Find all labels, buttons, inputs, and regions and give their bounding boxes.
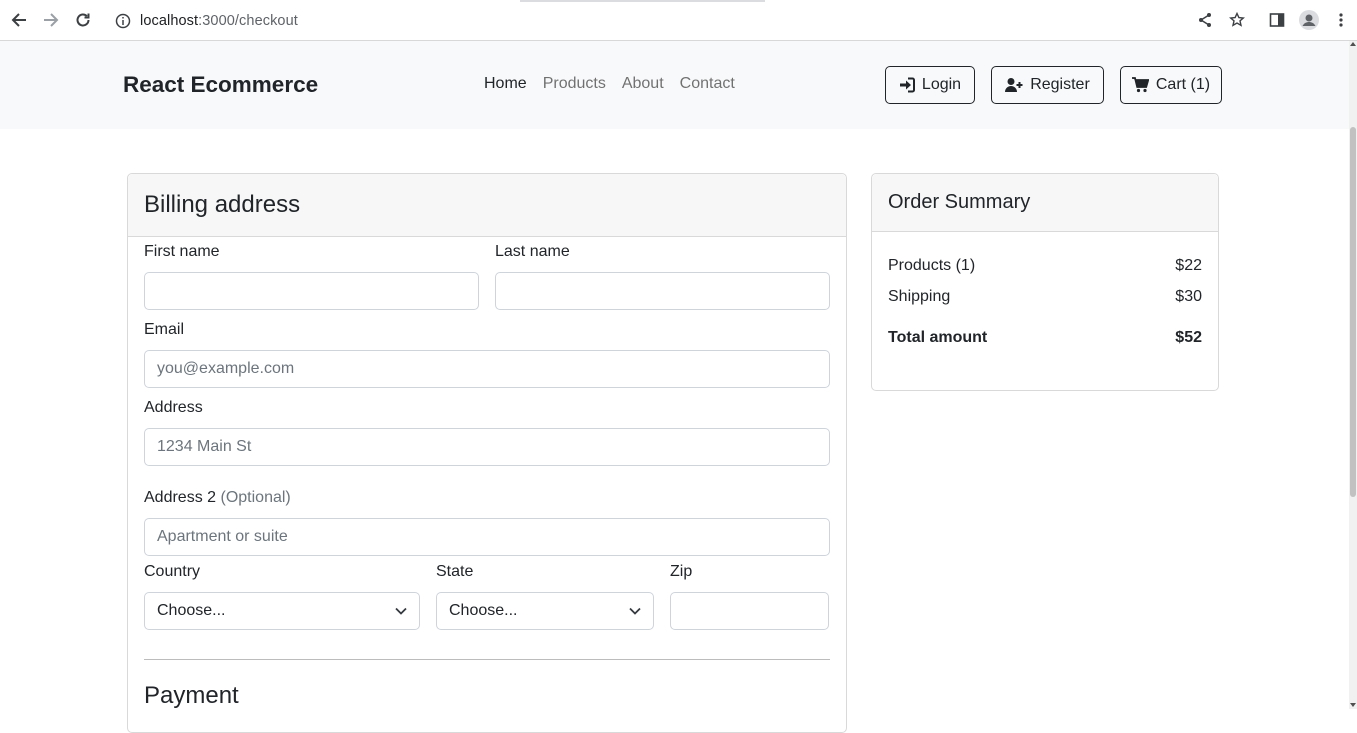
total-label: Total amount (888, 329, 988, 346)
products-value: $22 (1175, 257, 1202, 274)
login-label: Login (921, 76, 962, 93)
arrow-left-icon (11, 13, 26, 27)
zip-label: Zip (670, 563, 693, 580)
scroll-down-icon[interactable] (1350, 703, 1356, 707)
register-label: Register (1030, 76, 1090, 93)
share-icon (1199, 13, 1211, 27)
chevron-down-icon (395, 607, 407, 615)
billing-card-header: Billing address (128, 174, 846, 237)
sign-in-icon (899, 77, 915, 93)
active-tab-indicator (520, 0, 765, 2)
url-path: :3000/checkout (198, 13, 298, 29)
arrow-right-icon (44, 13, 59, 27)
address-label: Address (144, 399, 203, 416)
nav-link-contact[interactable]: Contact (680, 75, 735, 93)
products-label: Products (1) (888, 257, 976, 274)
country-label: Country (144, 563, 201, 580)
payment-title: Payment (144, 682, 239, 709)
billing-card: Billing address First name Last name Ema… (127, 173, 847, 733)
cart-button[interactable]: Cart (1) (1120, 66, 1222, 104)
shipping-value: $30 (1175, 288, 1202, 305)
order-summary-card: Order Summary Products (1) $22 Shipping … (871, 173, 1219, 391)
email-input[interactable]: you@example.com (144, 350, 830, 388)
chevron-down-icon (629, 607, 641, 615)
share-button[interactable] (1194, 9, 1216, 31)
nav-link-about[interactable]: About (622, 75, 664, 93)
url-host: localhost (140, 13, 199, 29)
reload-button[interactable] (72, 9, 94, 31)
register-button[interactable]: Register (991, 66, 1104, 104)
section-divider (144, 659, 830, 660)
scrollbar-thumb[interactable] (1350, 127, 1356, 497)
star-icon (1229, 12, 1245, 27)
address-bar[interactable]: localhost:3000/checkout (106, 6, 1256, 36)
nav-links: Home Products About Contact (484, 75, 751, 93)
browser-menu-button[interactable] (1330, 9, 1352, 31)
country-select[interactable]: Choose... (144, 592, 420, 630)
first-name-label: First name (144, 243, 220, 260)
bookmark-button[interactable] (1226, 9, 1248, 31)
side-panel-icon (1269, 13, 1285, 27)
page-scrollbar[interactable] (1349, 41, 1357, 709)
optional-hint: (Optional) (220, 489, 291, 506)
address2-label-text: Address 2 (144, 489, 217, 506)
shipping-label: Shipping (888, 288, 951, 305)
billing-title: Billing address (144, 191, 301, 218)
total-value: $52 (1175, 329, 1202, 346)
summary-row-total: Total amount $52 (888, 329, 1202, 347)
order-summary-header: Order Summary (872, 174, 1218, 232)
summary-row-products: Products (1) $22 (888, 257, 1202, 275)
zip-input[interactable] (670, 592, 829, 630)
last-name-label: Last name (495, 243, 570, 260)
browser-toolbar: localhost:3000/checkout (0, 0, 1357, 41)
cart-label: Cart (1) (1155, 76, 1211, 93)
site-navbar: React Ecommerce Home Products About Cont… (0, 41, 1349, 129)
country-select-value: Choose... (157, 602, 226, 619)
url-text: localhost:3000/checkout (140, 13, 298, 29)
reload-icon (76, 13, 90, 27)
forward-button[interactable] (40, 9, 62, 31)
address2-label: Address 2 (Optional) (144, 489, 291, 507)
summary-row-shipping: Shipping $30 (888, 288, 1202, 306)
state-select[interactable]: Choose... (436, 592, 654, 630)
address-input[interactable]: 1234 Main St (144, 428, 830, 466)
login-button[interactable]: Login (885, 66, 975, 104)
site-info-icon[interactable] (114, 12, 132, 30)
order-summary-title: Order Summary (888, 191, 1031, 213)
brand-logo[interactable]: React Ecommerce (123, 72, 318, 98)
scroll-up-icon[interactable] (1350, 42, 1356, 46)
address2-input[interactable]: Apartment or suite (144, 518, 830, 556)
first-name-input[interactable] (144, 272, 479, 310)
state-label: State (436, 563, 474, 580)
nav-link-home[interactable]: Home (484, 75, 527, 93)
last-name-input[interactable] (495, 272, 830, 310)
more-vertical-icon (1339, 13, 1343, 27)
user-plus-icon (1005, 78, 1023, 92)
avatar-icon (1299, 10, 1319, 30)
email-label: Email (144, 321, 185, 338)
profile-button[interactable] (1298, 9, 1320, 31)
state-select-value: Choose... (449, 602, 518, 619)
shopping-cart-icon (1131, 77, 1149, 93)
nav-link-products[interactable]: Products (543, 75, 606, 93)
side-panel-button[interactable] (1266, 9, 1288, 31)
back-button[interactable] (8, 9, 30, 31)
